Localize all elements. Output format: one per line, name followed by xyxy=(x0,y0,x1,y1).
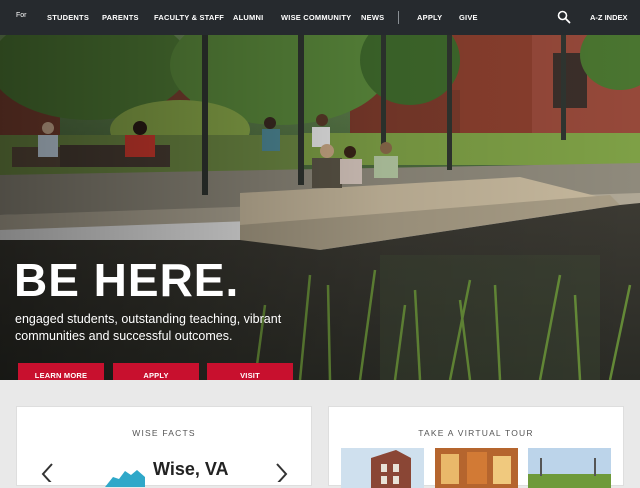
wise-facts-card: WISE FACTS Wise, VA xyxy=(16,406,312,487)
virtual-tour-title: TAKE A VIRTUAL TOUR xyxy=(418,428,534,438)
nav-divider xyxy=(398,11,399,24)
nav-link-students[interactable]: STUDENTS xyxy=(47,13,89,22)
tour-thumbnail-interior[interactable] xyxy=(435,448,518,488)
apply-button[interactable]: APPLY xyxy=(113,363,199,380)
virtual-tour-card: TAKE A VIRTUAL TOUR xyxy=(328,406,624,488)
nav-link-give[interactable]: GIVE xyxy=(459,13,478,22)
tour-thumbnail-field[interactable] xyxy=(528,448,611,488)
virginia-map-icon xyxy=(105,470,145,487)
hero-banner: BE HERE. engaged students, outstanding t… xyxy=(0,35,640,380)
hero-subtext: engaged students, outstanding teaching, … xyxy=(15,312,282,343)
chevron-right-icon[interactable] xyxy=(275,462,289,482)
hero-headline: BE HERE. xyxy=(14,254,240,306)
chevron-left-icon[interactable] xyxy=(40,462,54,482)
search-icon[interactable] xyxy=(557,10,571,24)
learn-more-button[interactable]: LEARN MORE xyxy=(18,363,104,380)
nav-link-wise-community[interactable]: WISE COMMUNITY xyxy=(281,13,351,22)
nav-link-apply[interactable]: APPLY xyxy=(417,13,442,22)
nav-link-news[interactable]: NEWS xyxy=(361,13,384,22)
tour-thumbnail-building[interactable] xyxy=(341,448,424,488)
az-index-link[interactable]: A-Z INDEX xyxy=(590,13,628,22)
nav-link-faculty-staff[interactable]: FACULTY & STAFF xyxy=(154,13,224,22)
fact-place: Wise, VA xyxy=(153,459,229,479)
nav-link-alumni[interactable]: ALUMNI xyxy=(233,13,263,22)
nav-link-parents[interactable]: PARENTS xyxy=(102,13,139,22)
nav-for-label: For xyxy=(16,12,27,19)
top-nav: For STUDENTS PARENTS FACULTY & STAFF ALU… xyxy=(0,0,640,35)
visit-button[interactable]: VISIT xyxy=(207,363,293,380)
wise-facts-title: WISE FACTS xyxy=(132,428,196,438)
